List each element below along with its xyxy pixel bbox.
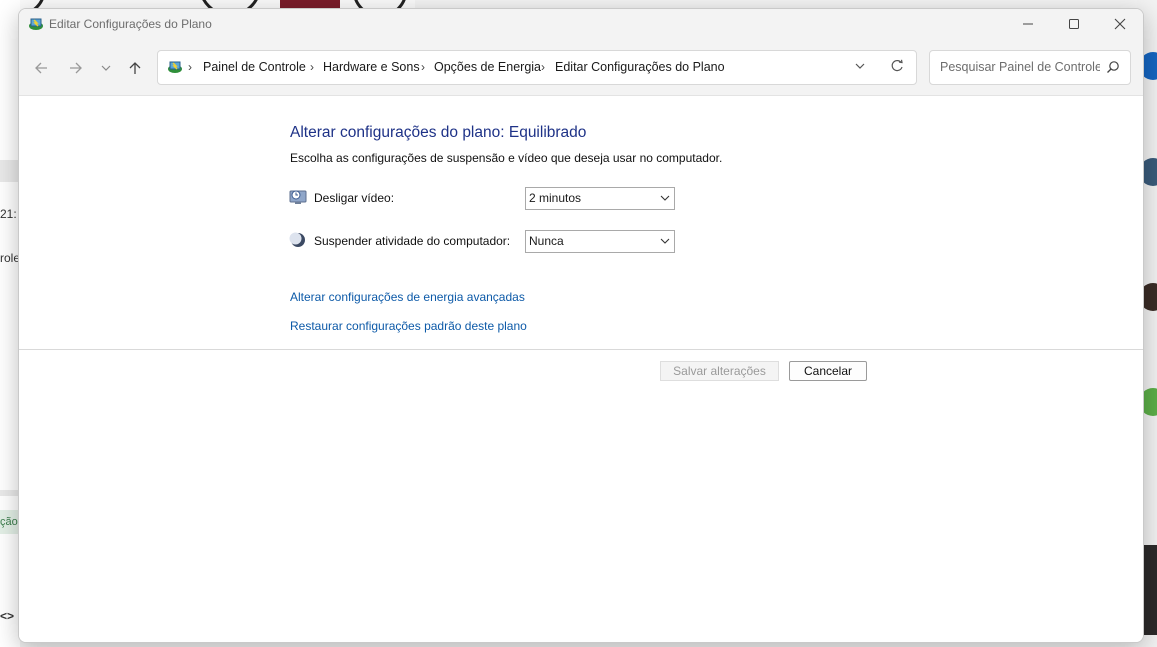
background-window-left: 21: role ção <> [0, 0, 20, 647]
save-button[interactable]: Salvar alterações [660, 361, 779, 381]
window-title: Editar Configurações do Plano [49, 17, 212, 31]
chevron-down-icon [660, 238, 670, 244]
main-content: Alterar configurações do plano: Equilibr… [19, 96, 1143, 642]
up-button[interactable] [125, 58, 145, 78]
back-button[interactable] [31, 58, 51, 78]
restore-defaults-link[interactable]: Restaurar configurações padrão deste pla… [290, 319, 527, 333]
forward-arrow-icon [70, 62, 82, 74]
background-fragment-text: 21: [0, 207, 17, 221]
breadcrumb-item[interactable]: Hardware e Sons [323, 60, 420, 74]
close-icon [1114, 18, 1126, 30]
cancel-button[interactable]: Cancelar [789, 361, 867, 381]
background-fragment-text: role [0, 251, 21, 265]
breadcrumb-item[interactable]: Opções de Energia [434, 60, 541, 74]
search-box[interactable] [929, 50, 1131, 85]
moon-icon [289, 232, 305, 247]
setting-label: Suspender atividade do computador: [314, 234, 511, 248]
advanced-power-settings-link[interactable]: Alterar configurações de energia avançad… [290, 290, 525, 304]
page-title: Alterar configurações do plano: Equilibr… [290, 124, 587, 141]
minimize-icon [1023, 23, 1033, 25]
chevron-right-icon[interactable]: › [188, 60, 192, 74]
breadcrumb-item[interactable]: Painel de Controle [203, 60, 306, 74]
chevron-down-icon [660, 195, 670, 201]
refresh-icon[interactable] [890, 59, 904, 73]
dropdown-value: 2 minutos [529, 191, 582, 205]
recent-locations-button[interactable] [96, 58, 116, 78]
chevron-right-icon[interactable]: › [310, 60, 314, 74]
background-fragment-text: <> [0, 609, 15, 623]
display-clock-icon [289, 190, 307, 204]
back-arrow-icon [35, 62, 47, 74]
control-panel-icon [168, 61, 182, 73]
address-bar[interactable]: › Painel de Controle › Hardware e Sons ›… [157, 50, 917, 85]
navigation-toolbar: › Painel de Controle › Hardware e Sons ›… [19, 39, 1143, 96]
chevron-down-icon[interactable] [854, 60, 866, 72]
chevron-right-icon[interactable]: › [421, 60, 425, 74]
display-off-dropdown[interactable]: 2 minutos [525, 187, 675, 210]
chevron-right-icon[interactable]: › [541, 60, 545, 74]
chevron-down-icon [101, 65, 111, 71]
control-panel-window: Editar Configurações do Plano › Painel d… [18, 8, 1144, 643]
dropdown-value: Nunca [529, 234, 564, 248]
sleep-dropdown[interactable]: Nunca [525, 230, 675, 253]
close-button[interactable] [1097, 9, 1143, 39]
up-arrow-icon [129, 62, 141, 74]
breadcrumb-item[interactable]: Editar Configurações do Plano [555, 60, 725, 74]
search-icon[interactable] [1106, 60, 1120, 74]
page-subtitle: Escolha as configurações de suspensão e … [290, 151, 723, 165]
background-fragment-chip: ção [0, 510, 18, 534]
minimize-button[interactable] [1005, 9, 1051, 39]
setting-label: Desligar vídeo: [314, 191, 395, 205]
maximize-icon [1069, 19, 1079, 29]
power-options-icon [29, 18, 43, 30]
forward-button[interactable] [66, 58, 86, 78]
maximize-button[interactable] [1051, 9, 1097, 39]
search-input[interactable] [938, 59, 1102, 75]
divider [19, 349, 1143, 350]
title-bar[interactable]: Editar Configurações do Plano [19, 9, 1143, 39]
